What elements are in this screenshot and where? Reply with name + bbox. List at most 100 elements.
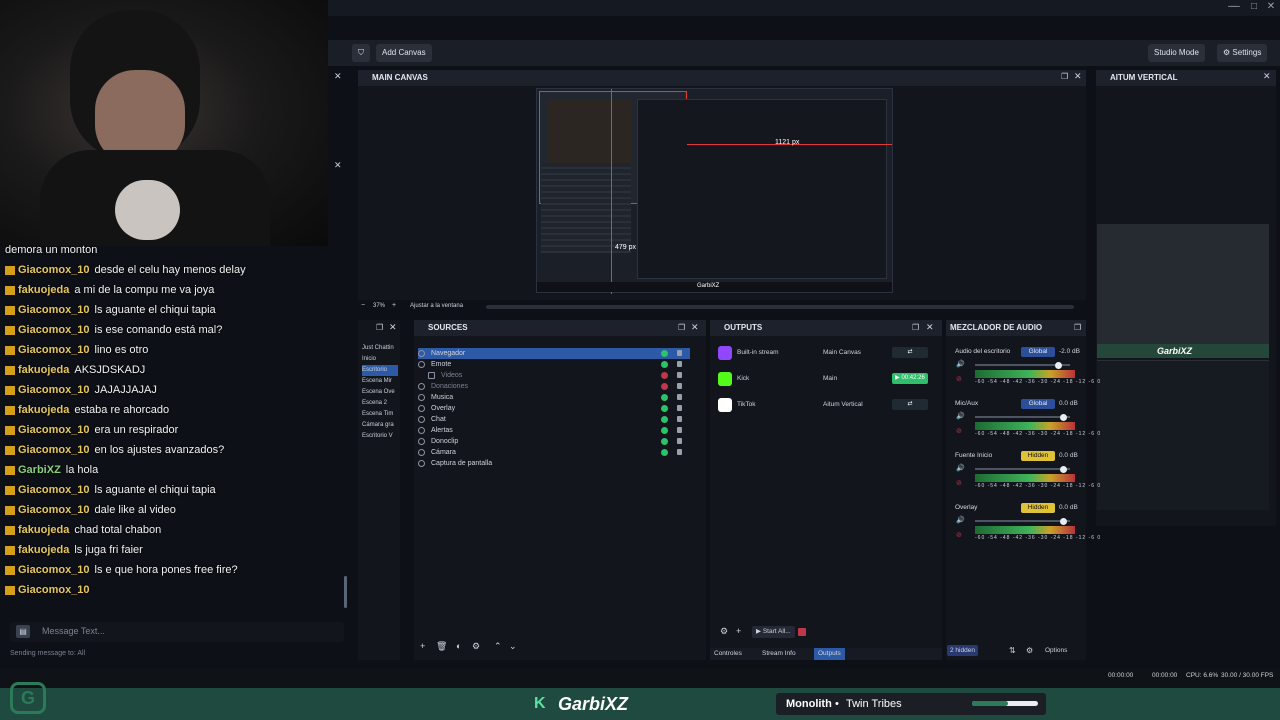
- popout-icon[interactable]: ❐: [1074, 323, 1081, 332]
- volume-knob[interactable]: [1060, 466, 1067, 473]
- speaker-icon[interactable]: 🔊: [956, 464, 965, 472]
- output-toggle-button[interactable]: ⇄: [892, 399, 928, 410]
- popout-icon[interactable]: ❐: [912, 323, 919, 332]
- source-item[interactable]: Chat: [418, 414, 690, 425]
- visibility-icon[interactable]: [661, 394, 668, 401]
- tab-outputs[interactable]: Outputs: [814, 648, 845, 660]
- gear-icon[interactable]: ⚙: [1026, 646, 1033, 655]
- source-item[interactable]: Alertas: [418, 425, 690, 436]
- speaker-icon[interactable]: 🔊: [956, 412, 965, 420]
- zoom-out-button[interactable]: −: [361, 302, 365, 309]
- tab-controles[interactable]: Controles: [714, 650, 742, 657]
- start-all-button[interactable]: ▶ Start All...: [752, 626, 795, 638]
- zoom-in-button[interactable]: +: [392, 302, 396, 309]
- arrow-up-icon[interactable]: ⌃: [494, 641, 502, 652]
- shield-icon[interactable]: ⛉: [352, 44, 370, 62]
- close-icon[interactable]: ✕: [334, 71, 342, 82]
- speaker-icon[interactable]: 🔊: [956, 360, 965, 368]
- close-icon[interactable]: ✕: [691, 322, 699, 333]
- fit-window-dropdown[interactable]: Ajustar a la ventana: [410, 303, 463, 309]
- tab-stream-info[interactable]: Stream Info: [762, 650, 796, 657]
- trash-icon[interactable]: 🗑: [436, 641, 447, 652]
- gear-icon[interactable]: ⚙: [472, 641, 480, 652]
- visibility-icon[interactable]: [661, 372, 668, 379]
- lock-icon[interactable]: [677, 394, 682, 400]
- scene-item[interactable]: Escena Mir: [362, 376, 398, 387]
- volume-knob[interactable]: [1060, 414, 1067, 421]
- visibility-icon[interactable]: [661, 416, 668, 423]
- close-icon[interactable]: ✕: [334, 160, 342, 171]
- arrow-down-icon[interactable]: ⌄: [509, 641, 517, 652]
- visibility-icon[interactable]: [661, 350, 668, 357]
- horizontal-scrollbar[interactable]: [486, 305, 1074, 309]
- source-item[interactable]: Emote: [418, 359, 690, 370]
- mixer-tag[interactable]: Hidden: [1021, 503, 1055, 513]
- mute-icon[interactable]: ⊘: [956, 375, 962, 383]
- speaker-icon[interactable]: 🔊: [956, 516, 965, 524]
- volume-knob[interactable]: [1055, 362, 1062, 369]
- filter-icon[interactable]: ◐: [456, 641, 461, 651]
- lock-icon[interactable]: [677, 427, 682, 433]
- studio-mode-button[interactable]: Studio Mode: [1148, 44, 1205, 62]
- lock-icon[interactable]: [677, 449, 682, 455]
- scene-item[interactable]: Escritorio: [362, 365, 398, 376]
- scene-item[interactable]: Escritorio V: [362, 431, 398, 442]
- mixer-tag[interactable]: Hidden: [1021, 451, 1055, 461]
- lock-icon[interactable]: [677, 372, 682, 378]
- output-item[interactable]: Built-in stream Main Canvas ⇄: [710, 344, 942, 364]
- source-item[interactable]: Videos: [418, 370, 690, 381]
- close-icon[interactable]: ✕: [926, 322, 934, 333]
- scene-item[interactable]: Escena Tim: [362, 409, 398, 420]
- source-item[interactable]: Donoclip: [418, 436, 690, 447]
- source-item[interactable]: Overlay: [418, 403, 690, 414]
- lock-icon[interactable]: [677, 438, 682, 444]
- mute-icon[interactable]: ⊘: [956, 479, 962, 487]
- settings-button[interactable]: ⚙ Settings: [1217, 44, 1268, 62]
- canvas-preview[interactable]: 1121 px 479 px GarbiXZ: [536, 88, 893, 294]
- output-item[interactable]: Kick Main ▶ 00:42:26: [710, 370, 942, 390]
- sliders-icon[interactable]: ⇅: [1009, 646, 1016, 655]
- volume-knob[interactable]: [1060, 518, 1067, 525]
- source-item[interactable]: Captura de pantalla: [418, 458, 690, 469]
- scene-item[interactable]: Just Chattin: [362, 343, 398, 354]
- scene-item[interactable]: Escena 2: [362, 398, 398, 409]
- mute-icon[interactable]: ⊘: [956, 531, 962, 539]
- source-item[interactable]: Cámara: [418, 447, 690, 458]
- volume-slider[interactable]: [975, 414, 1070, 421]
- mute-icon[interactable]: ⊘: [956, 427, 962, 435]
- lock-icon[interactable]: [677, 361, 682, 367]
- output-toggle-button[interactable]: ⇄: [892, 347, 928, 358]
- close-icon[interactable]: ✕: [389, 322, 397, 333]
- minimize-button[interactable]: —: [1225, 1, 1245, 12]
- source-item[interactable]: Navegador: [418, 348, 690, 359]
- output-toggle-button[interactable]: ▶ 00:42:26: [892, 373, 928, 384]
- lock-icon[interactable]: [677, 405, 682, 411]
- close-window-button[interactable]: ✕: [1261, 1, 1280, 12]
- visibility-icon[interactable]: [661, 438, 668, 445]
- source-item[interactable]: Musica: [418, 392, 690, 403]
- volume-slider[interactable]: [975, 466, 1070, 473]
- visibility-icon[interactable]: [661, 449, 668, 456]
- add-icon[interactable]: +: [420, 641, 425, 651]
- visibility-icon[interactable]: [661, 427, 668, 434]
- lock-icon[interactable]: [677, 350, 682, 356]
- mixer-tag[interactable]: Global: [1021, 399, 1055, 409]
- gear-icon[interactable]: ⚙: [720, 626, 728, 637]
- chat-input[interactable]: ▤ Message Text...: [10, 622, 344, 642]
- lock-icon[interactable]: [677, 416, 682, 422]
- popout-icon[interactable]: ❐: [678, 323, 685, 332]
- scene-item[interactable]: Escena Ove: [362, 387, 398, 398]
- volume-slider[interactable]: [975, 518, 1070, 525]
- source-item[interactable]: Donaciones: [418, 381, 690, 392]
- popout-icon[interactable]: ❐: [1061, 72, 1068, 81]
- popout-icon[interactable]: ❐: [376, 323, 383, 332]
- scene-item[interactable]: Inicio: [362, 354, 398, 365]
- visibility-icon[interactable]: [661, 383, 668, 390]
- chat-scrollbar[interactable]: [344, 576, 347, 608]
- close-icon[interactable]: ✕: [1263, 71, 1271, 82]
- add-icon[interactable]: +: [736, 626, 741, 636]
- lock-icon[interactable]: [677, 383, 682, 389]
- mixer-options-dropdown[interactable]: Options: [1045, 647, 1067, 654]
- stop-icon[interactable]: [798, 628, 806, 636]
- hidden-count-badge[interactable]: 2 hidden: [947, 645, 978, 656]
